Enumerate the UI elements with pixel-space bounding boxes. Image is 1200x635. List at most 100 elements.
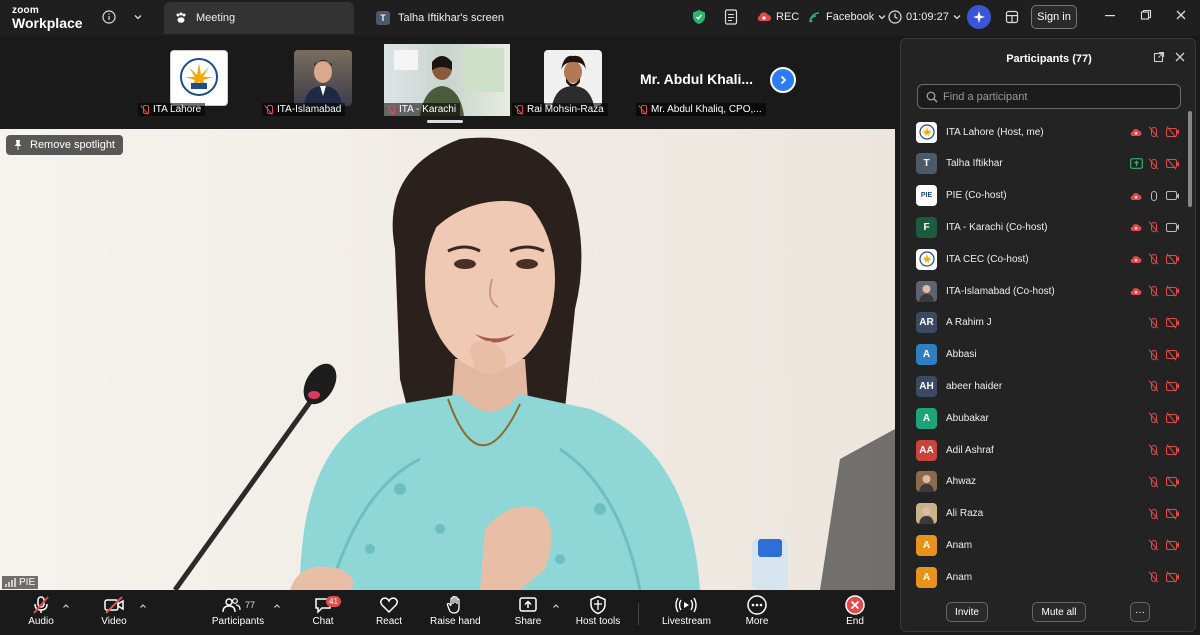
mic-muted-icon[interactable] — [1147, 157, 1161, 171]
more-button[interactable]: More — [742, 594, 772, 627]
audio-options-caret[interactable] — [62, 602, 70, 612]
mic-muted-icon[interactable] — [1147, 316, 1161, 330]
video-off-icon[interactable] — [1165, 507, 1179, 521]
participant-row[interactable]: Ali Raza — [901, 499, 1187, 529]
mic-muted-icon[interactable] — [1147, 411, 1161, 425]
participant-row[interactable]: A Anam — [901, 530, 1187, 560]
avatar-initials: T — [923, 158, 930, 170]
mic-muted-icon[interactable] — [1147, 348, 1161, 362]
participant-row[interactable]: F ITA - Karachi (Co-host) — [901, 212, 1187, 242]
avatar-initials: F — [923, 221, 930, 233]
participant-status-icons — [1129, 220, 1179, 234]
thumbnail-ita-lahore[interactable]: ITA Lahore — [138, 44, 262, 116]
participant-row[interactable]: AH abeer haider — [901, 371, 1187, 401]
remove-spotlight-button[interactable]: Remove spotlight — [6, 135, 123, 155]
video-off-icon[interactable] — [1165, 252, 1179, 266]
video-icon[interactable] — [1165, 220, 1179, 234]
strip-resize-handle[interactable] — [427, 120, 463, 123]
livestream-status[interactable]: Facebook — [808, 9, 887, 25]
participant-row[interactable]: PIE PIE (Co-host) — [901, 181, 1187, 211]
video-off-icon[interactable] — [1165, 379, 1179, 393]
react-button[interactable]: React — [374, 594, 404, 627]
sign-in-button[interactable]: Sign in — [1031, 5, 1077, 29]
end-button[interactable]: End — [840, 594, 870, 627]
participant-name: Talha Iftikhar — [946, 158, 1003, 170]
minimize-icon[interactable] — [1102, 9, 1118, 24]
tab-shared-screen[interactable]: T Talha Iftikhar's screen — [366, 2, 546, 34]
participant-search-input[interactable] — [943, 90, 1173, 103]
thumbnail-ita-islamabad[interactable]: ITA-Islamabad — [262, 44, 386, 116]
video-off-icon[interactable] — [1165, 570, 1179, 584]
info-icon[interactable] — [100, 8, 118, 26]
chevron-down-icon — [878, 15, 886, 20]
thumbnail-rai-mohsin-raza[interactable]: Rai Mohsin-Raza — [512, 44, 636, 116]
participant-row[interactable]: ITA CEC (Co-host) — [901, 244, 1187, 274]
meeting-timer[interactable]: 01:09:27 — [888, 9, 962, 25]
mic-icon[interactable] — [1147, 189, 1161, 203]
video-button[interactable]: Video — [99, 594, 129, 627]
video-off-icon[interactable] — [1165, 443, 1179, 457]
participant-row[interactable]: AR A Rahim J — [901, 308, 1187, 338]
participant-row[interactable]: A Abubakar — [901, 403, 1187, 433]
video-off-icon[interactable] — [1165, 411, 1179, 425]
shield-icon — [575, 594, 621, 616]
shield-check-icon[interactable] — [690, 8, 708, 26]
participants-options-caret[interactable] — [273, 602, 281, 612]
share-button[interactable]: Share — [513, 594, 543, 627]
participant-row[interactable]: AA Adil Ashraf — [901, 435, 1187, 465]
tab-meeting[interactable]: Meeting — [164, 2, 354, 34]
participant-row[interactable]: ITA-Islamabad (Co-host) — [901, 276, 1187, 306]
mic-muted-icon[interactable] — [1147, 443, 1161, 457]
video-icon[interactable] — [1165, 189, 1179, 203]
recording-status[interactable]: REC — [756, 9, 799, 25]
mute-all-button[interactable]: Mute all — [1032, 602, 1086, 622]
mic-muted-icon[interactable] — [1147, 507, 1161, 521]
thumbnail-ita-karachi[interactable]: ITA - Karachi — [384, 44, 510, 116]
participant-avatar: A — [916, 407, 937, 429]
participant-status-icons — [1147, 379, 1179, 393]
participant-row[interactable]: Ahwaz — [901, 467, 1187, 497]
next-page-button[interactable] — [770, 67, 796, 93]
mic-muted-icon[interactable] — [1147, 252, 1161, 266]
pop-out-icon[interactable] — [1153, 51, 1165, 66]
participants-button[interactable]: 77 Participants — [210, 594, 266, 627]
participant-list-scrollbar[interactable] — [1188, 111, 1192, 207]
raise-hand-button[interactable]: Raise hand — [430, 594, 481, 627]
mic-muted-icon[interactable] — [1147, 379, 1161, 393]
chevron-down-icon[interactable] — [129, 8, 147, 26]
mic-muted-icon[interactable] — [1147, 284, 1161, 298]
video-options-caret[interactable] — [139, 602, 147, 612]
video-off-icon[interactable] — [1165, 157, 1179, 171]
participant-row[interactable]: T Talha Iftikhar — [901, 149, 1187, 179]
video-off-icon[interactable] — [1165, 538, 1179, 552]
video-off-icon[interactable] — [1165, 125, 1179, 139]
close-panel-icon[interactable] — [1174, 51, 1186, 66]
mic-muted-icon[interactable] — [1147, 125, 1161, 139]
livestream-button[interactable]: Livestream — [662, 594, 711, 627]
participant-row[interactable]: ITA Lahore (Host, me) — [901, 117, 1187, 147]
mic-muted-icon[interactable] — [1147, 538, 1161, 552]
mic-muted-icon[interactable] — [1147, 570, 1161, 584]
host-tools-button[interactable]: Host tools — [575, 594, 621, 627]
mic-muted-icon[interactable] — [1147, 475, 1161, 489]
apps-icon[interactable] — [1003, 8, 1021, 26]
participant-search[interactable] — [917, 84, 1181, 109]
cloud-record-icon — [1129, 125, 1143, 139]
participant-row[interactable]: A Abbasi — [901, 340, 1187, 370]
participant-avatar: AH — [916, 375, 937, 397]
remove-spotlight-label: Remove spotlight — [30, 139, 115, 151]
audio-button[interactable]: Audio — [26, 594, 56, 627]
invite-button[interactable]: Invite — [946, 602, 988, 622]
document-icon[interactable] — [722, 8, 740, 26]
ai-companion-icon[interactable] — [967, 5, 991, 29]
video-off-icon[interactable] — [1165, 348, 1179, 362]
restore-icon[interactable] — [1138, 9, 1154, 24]
panel-more-button[interactable]: ··· — [1130, 602, 1150, 622]
participant-row[interactable]: A Anam — [901, 562, 1187, 592]
share-options-caret[interactable] — [552, 602, 560, 612]
close-icon[interactable] — [1173, 9, 1189, 24]
video-off-icon[interactable] — [1165, 475, 1179, 489]
mic-muted-icon[interactable] — [1147, 220, 1161, 234]
video-off-icon[interactable] — [1165, 316, 1179, 330]
video-off-icon[interactable] — [1165, 284, 1179, 298]
